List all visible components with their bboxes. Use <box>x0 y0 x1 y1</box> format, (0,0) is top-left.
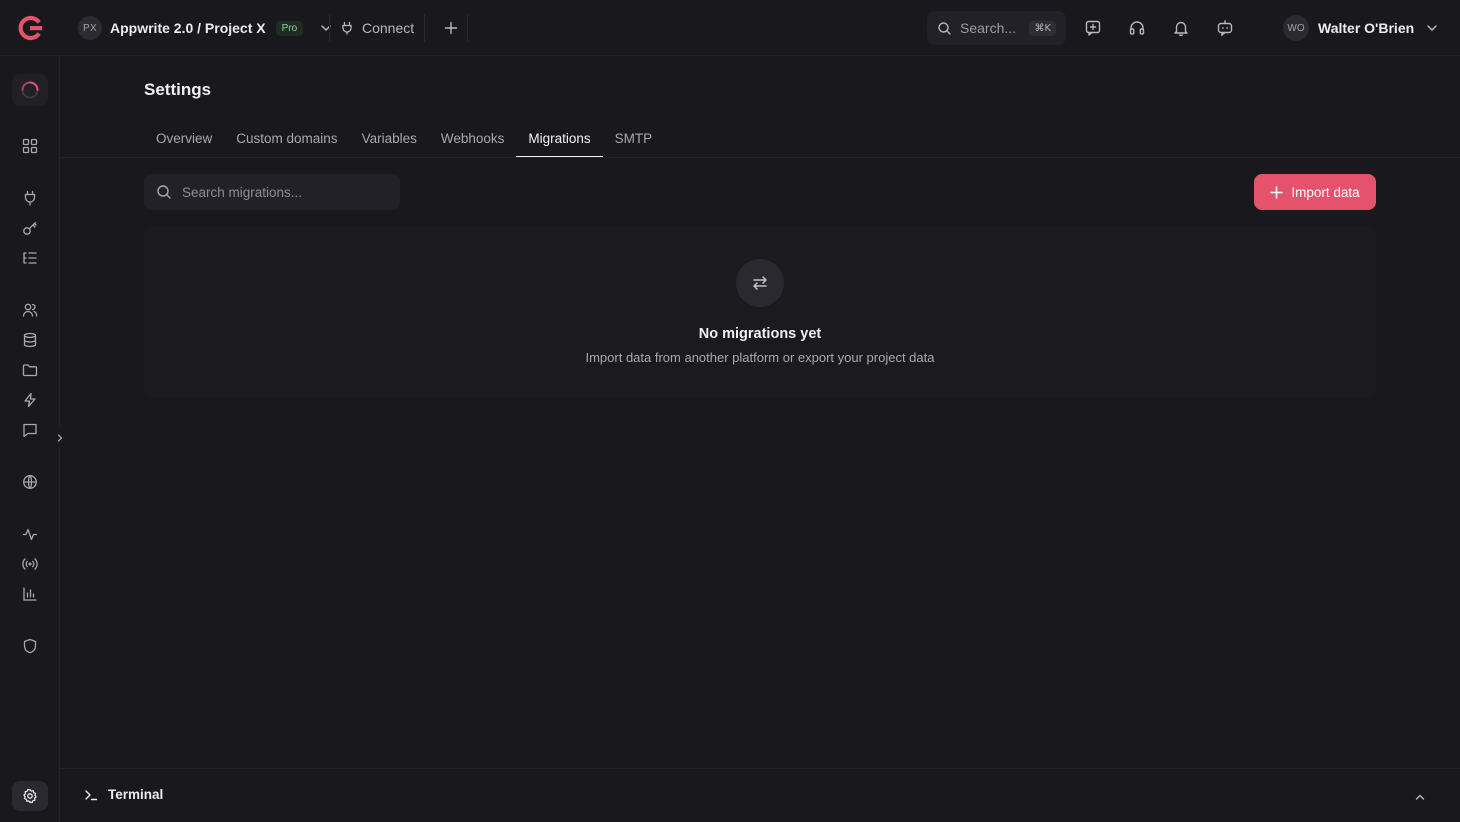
message-icon <box>22 422 38 438</box>
sidebar-item-functions[interactable] <box>18 388 42 412</box>
divider <box>424 14 425 42</box>
plug-icon <box>22 190 38 206</box>
overview-icon <box>22 138 38 154</box>
sidebar-item-usage[interactable] <box>18 582 42 606</box>
sidebar-item-sites[interactable] <box>18 470 42 494</box>
loading-icon <box>20 80 40 100</box>
support-icon[interactable] <box>1126 17 1148 39</box>
search-shortcut: ⌘K <box>1029 20 1056 36</box>
sidebar-item-api-keys[interactable] <box>18 216 42 240</box>
appwrite-logo[interactable] <box>16 14 44 42</box>
chevron-up-icon <box>1414 791 1426 803</box>
connect-button[interactable]: Connect <box>340 14 414 42</box>
plus-icon <box>444 21 458 35</box>
search-icon <box>156 184 172 200</box>
settings-tabs: Overview Custom domains Variables Webhoo… <box>144 120 664 158</box>
sidebar-expand-button[interactable] <box>51 428 69 448</box>
activity-icon <box>22 526 38 542</box>
project-name: Appwrite 2.0 / Project X <box>110 20 266 36</box>
empty-state-subtitle: Import data from another platform or exp… <box>585 350 935 365</box>
connect-label: Connect <box>362 20 415 36</box>
tab-webhooks[interactable]: Webhooks <box>429 120 517 157</box>
sidebar-item-settings[interactable] <box>12 781 48 811</box>
project-avatar: PX <box>78 16 102 40</box>
sidebar-item-loading[interactable] <box>12 74 48 106</box>
tab-migrations[interactable]: Migrations <box>516 120 603 158</box>
terminal-expand-button[interactable] <box>1410 787 1430 807</box>
sidebar-item-auth[interactable] <box>18 298 42 322</box>
tab-smtp[interactable]: SMTP <box>603 120 665 157</box>
globe-icon <box>22 474 38 490</box>
sidebar-item-overview[interactable] <box>18 134 42 158</box>
chevron-right-icon <box>55 433 65 443</box>
shield-icon <box>22 638 38 654</box>
chevron-down-icon <box>1425 21 1439 35</box>
top-bar: PX Appwrite 2.0 / Project X Pro Connect … <box>0 0 1460 56</box>
migrations-search <box>144 174 400 210</box>
list-icon <box>22 250 38 266</box>
avatar: WO <box>1283 15 1309 41</box>
plan-badge: Pro <box>275 20 304 36</box>
tab-custom-domains[interactable]: Custom domains <box>224 120 349 157</box>
sidebar <box>0 56 69 822</box>
broadcast-icon <box>22 556 38 572</box>
sidebar-item-activity[interactable] <box>18 522 42 546</box>
search-input[interactable] <box>182 184 382 200</box>
gear-icon <box>22 788 38 804</box>
divider <box>467 14 468 42</box>
sidebar-item-security[interactable] <box>18 634 42 658</box>
page-title: Settings <box>144 80 212 99</box>
notifications-icon[interactable] <box>1170 17 1192 39</box>
sidebar-item-realtime[interactable] <box>18 552 42 576</box>
chevron-down-icon <box>319 21 333 35</box>
terminal-toggle-button[interactable]: Terminal <box>84 787 163 802</box>
import-data-label: Import data <box>1291 184 1360 200</box>
swap-arrows-icon <box>736 259 784 307</box>
global-search-button[interactable]: Search... ⌘K <box>927 11 1066 45</box>
sidebar-item-integrations[interactable] <box>18 186 42 210</box>
sidebar-item-messaging[interactable] <box>18 418 42 442</box>
user-name: Walter O'Brien <box>1318 20 1415 36</box>
global-search-label: Search... <box>960 20 1017 36</box>
users-icon <box>22 302 38 318</box>
user-menu[interactable]: WO Walter O'Brien <box>1283 14 1439 42</box>
assistant-icon[interactable] <box>1214 17 1236 39</box>
database-icon <box>22 332 38 348</box>
terminal-label: Terminal <box>108 787 164 802</box>
folder-icon <box>22 362 38 378</box>
tabs-divider <box>60 157 1460 158</box>
bar-chart-icon <box>22 586 38 602</box>
terminal-panel: Terminal <box>60 768 1460 822</box>
import-data-button[interactable]: Import data <box>1254 174 1376 210</box>
terminal-icon <box>84 788 98 802</box>
empty-state-title: No migrations yet <box>698 326 822 342</box>
lightning-icon <box>22 392 38 408</box>
sidebar-item-platforms[interactable] <box>18 246 42 270</box>
divider <box>329 14 330 42</box>
sidebar-item-storage[interactable] <box>18 358 42 382</box>
tab-overview[interactable]: Overview <box>144 120 224 157</box>
project-switcher[interactable]: PX Appwrite 2.0 / Project X Pro <box>74 12 337 44</box>
plug-icon <box>340 21 354 35</box>
tab-variables[interactable]: Variables <box>350 120 429 157</box>
sidebar-item-databases[interactable] <box>18 328 42 352</box>
empty-state: No migrations yet Import data from anoth… <box>144 226 1376 398</box>
add-button[interactable] <box>440 17 462 39</box>
search-icon <box>937 21 952 36</box>
key-icon <box>22 220 38 236</box>
feedback-icon[interactable] <box>1082 17 1104 39</box>
plus-icon <box>1270 185 1284 199</box>
